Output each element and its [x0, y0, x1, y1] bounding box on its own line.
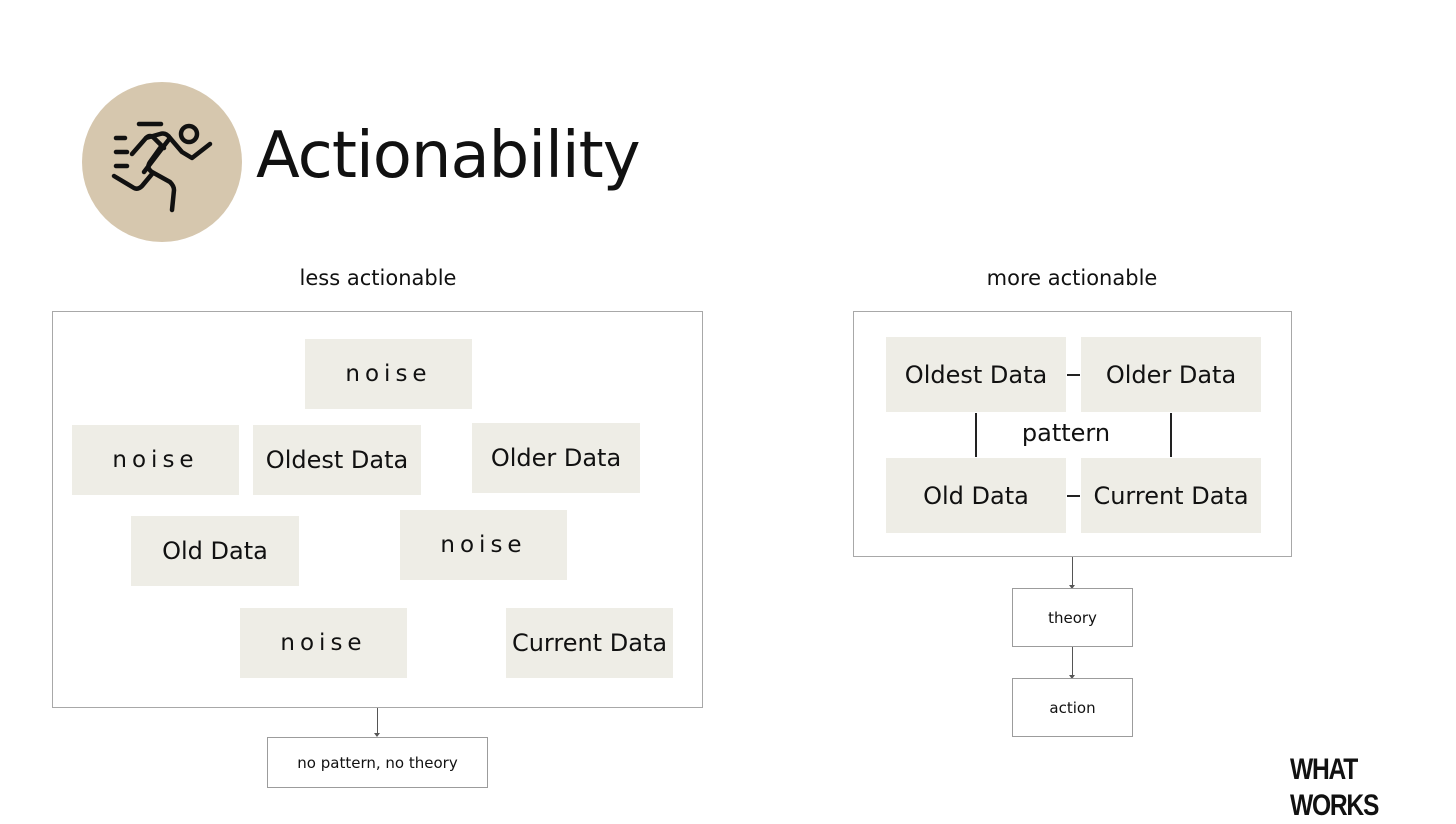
- link-old-current: [1067, 495, 1080, 497]
- less-actionable-label: less actionable: [299, 266, 457, 290]
- old-data-tile: Old Data: [886, 458, 1066, 533]
- connector-line: [1072, 647, 1073, 676]
- current-data-tile: Current Data: [1081, 458, 1261, 533]
- older-data-tile: Older Data: [1081, 337, 1261, 412]
- link-oldest-older: [1067, 374, 1080, 376]
- current-data-tile: Current Data: [506, 608, 673, 678]
- oldest-data-tile: Oldest Data: [886, 337, 1066, 412]
- old-data-tile: Old Data: [131, 516, 299, 586]
- older-data-tile: Older Data: [472, 423, 640, 493]
- running-person-icon: [82, 82, 242, 242]
- noise-tile: noise: [72, 425, 239, 495]
- link-older-current: [1170, 413, 1172, 457]
- outcome-box: no pattern, no theory: [267, 737, 488, 788]
- oldest-data-tile: Oldest Data: [253, 425, 421, 495]
- more-actionable-label: more actionable: [986, 266, 1158, 290]
- page-title: Actionability: [256, 119, 641, 193]
- connector-line: [1072, 557, 1073, 587]
- theory-box: theory: [1012, 588, 1133, 647]
- noise-tile: noise: [400, 510, 567, 580]
- connector-line: [377, 708, 378, 735]
- action-box: action: [1012, 678, 1133, 737]
- pattern-label: pattern: [1021, 419, 1111, 447]
- noise-tile: noise: [240, 608, 407, 678]
- noise-tile: noise: [305, 339, 472, 409]
- link-oldest-old: [975, 413, 977, 457]
- brand-logo: WHAT WORKS: [1290, 753, 1379, 822]
